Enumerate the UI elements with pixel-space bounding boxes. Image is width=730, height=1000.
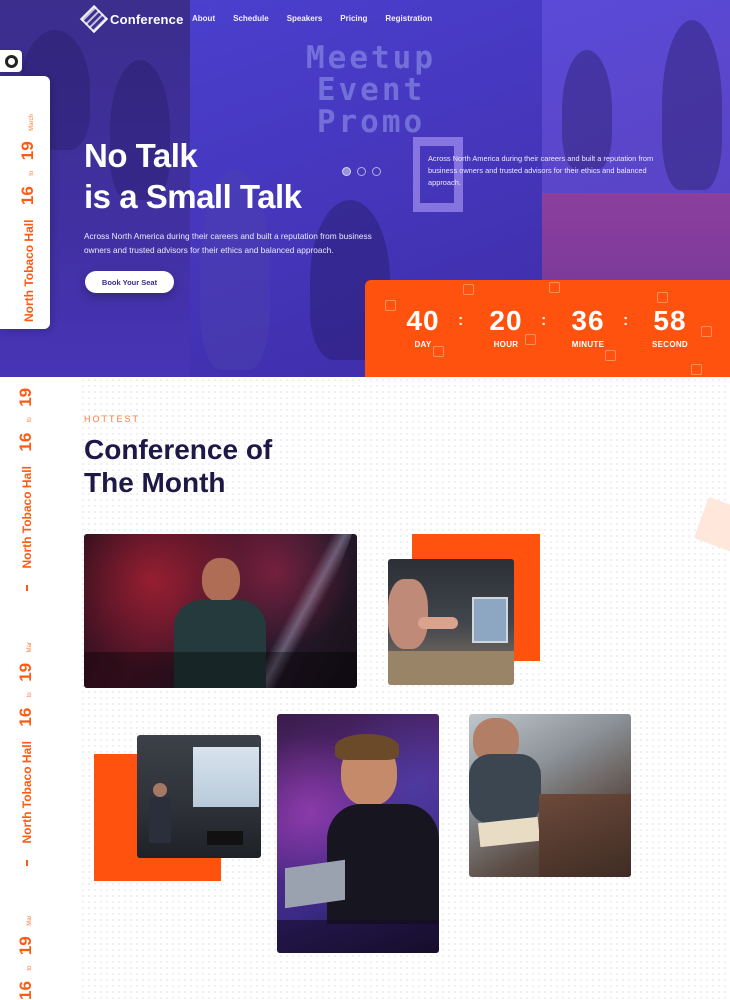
hero-side-text: Across North America during their career… bbox=[428, 154, 654, 187]
conference-photo-attendee[interactable] bbox=[277, 714, 439, 953]
nav-item-about[interactable]: About bbox=[192, 14, 215, 23]
nav-item-pricing[interactable]: Pricing bbox=[340, 14, 367, 23]
conference-photo-presentation[interactable] bbox=[137, 735, 261, 858]
nav-item-registration[interactable]: Registration bbox=[385, 14, 432, 23]
date-strip-1: North Tobaco Hall 16 to 19 Mar bbox=[16, 377, 36, 593]
hero-title: No Talk is a Small Talk bbox=[84, 137, 302, 215]
slider-dots bbox=[342, 167, 381, 176]
conference-photo-laptop[interactable] bbox=[388, 559, 514, 685]
date-strip-2: North Tobaco Hall 16 to 19 Mar bbox=[16, 642, 36, 868]
section-title: Conference of The Month bbox=[84, 434, 273, 498]
slider-dot[interactable] bbox=[342, 167, 351, 176]
main-nav: About Schedule Speakers Pricing Registra… bbox=[192, 14, 432, 23]
countdown-separator: : bbox=[458, 312, 464, 329]
support-icon[interactable] bbox=[0, 50, 22, 72]
countdown-timer: 40 DAY : 20 HOUR : 36 MINUTE : 58 SECOND bbox=[365, 280, 730, 377]
countdown-second: 58 SECOND bbox=[651, 305, 689, 350]
book-seat-button[interactable]: Book Your Seat bbox=[85, 271, 174, 293]
slider-dot[interactable] bbox=[372, 167, 381, 176]
section-kicker: HOTTEST bbox=[84, 414, 140, 424]
conference-photo-speaker[interactable] bbox=[84, 534, 357, 688]
event-date-vertical: North Tobaco Hall 16 to 19 March bbox=[18, 114, 37, 322]
date-strip-3: 16 to 19 Mar bbox=[16, 915, 35, 1000]
countdown-minute: 36 MINUTE bbox=[571, 305, 605, 350]
brand-name: Conference bbox=[110, 11, 184, 27]
countdown-hour: 20 HOUR bbox=[489, 305, 523, 350]
nav-item-speakers[interactable]: Speakers bbox=[287, 14, 323, 23]
conference-section: North Tobaco Hall 16 to 19 Mar North Tob… bbox=[0, 377, 730, 1000]
hero-watermark: Meetup Event Promo bbox=[306, 40, 436, 140]
logo-icon bbox=[79, 4, 109, 34]
hero-description: Across North America during their career… bbox=[84, 231, 372, 255]
hero-section: Meetup Event Promo Conference About Sche… bbox=[0, 0, 730, 377]
nav-item-schedule[interactable]: Schedule bbox=[233, 14, 269, 23]
countdown-separator: : bbox=[623, 312, 629, 329]
countdown-day: 40 DAY bbox=[406, 305, 440, 350]
slider-dot[interactable] bbox=[357, 167, 366, 176]
countdown-separator: : bbox=[541, 312, 547, 329]
event-date-badge[interactable]: North Tobaco Hall 16 to 19 March bbox=[0, 76, 50, 329]
hero-bg-panel-right-mid bbox=[542, 193, 730, 283]
conference-photo-notes[interactable] bbox=[469, 714, 631, 877]
brand-logo[interactable]: Conference bbox=[79, 4, 184, 34]
